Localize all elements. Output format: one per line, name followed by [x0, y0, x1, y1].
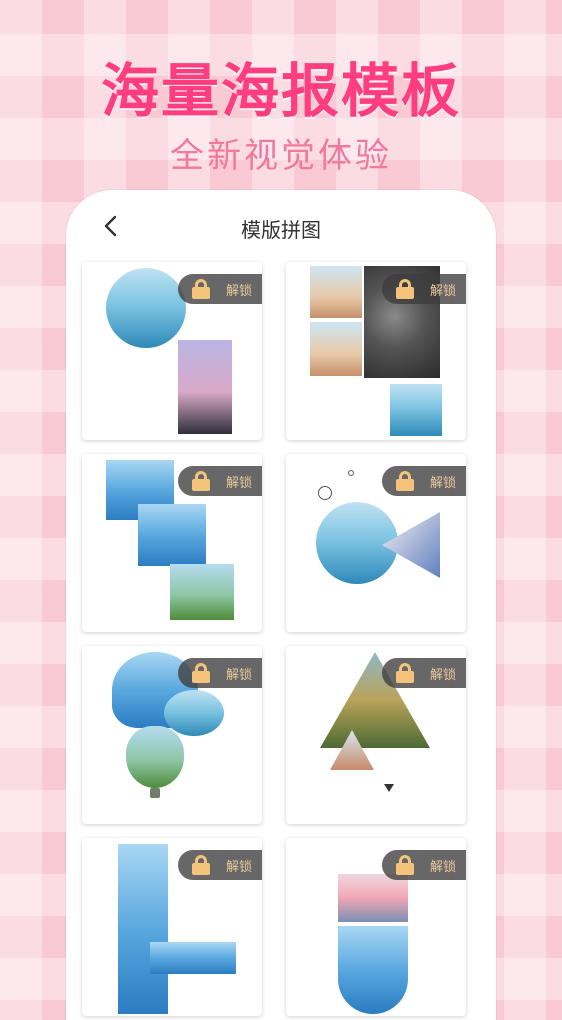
template-card[interactable]: 解锁 — [82, 646, 262, 824]
lock-icon — [396, 471, 414, 491]
triangle-decoration — [384, 784, 394, 792]
lock-icon — [192, 855, 210, 875]
template-photo — [138, 504, 206, 566]
unlock-label: 解锁 — [226, 667, 253, 683]
unlock-button[interactable]: 解锁 — [178, 850, 262, 880]
template-photo — [126, 726, 184, 788]
template-photo — [338, 926, 408, 1014]
template-photo — [310, 322, 362, 376]
template-card[interactable]: 解锁 — [286, 838, 466, 1016]
circle-decoration — [318, 486, 332, 500]
balloon-basket — [150, 788, 160, 798]
template-photo — [150, 942, 236, 974]
unlock-button[interactable]: 解锁 — [382, 658, 466, 688]
template-photo — [178, 340, 232, 434]
template-card[interactable]: 解锁 — [286, 646, 466, 824]
unlock-label: 解锁 — [226, 475, 253, 491]
lock-icon — [192, 663, 210, 683]
unlock-button[interactable]: 解锁 — [382, 274, 466, 304]
template-photo — [310, 266, 362, 318]
nav-bar: 模版拼图 — [66, 190, 496, 264]
lock-icon — [396, 279, 414, 299]
template-card[interactable]: 解锁 — [286, 262, 466, 440]
lock-icon — [192, 471, 210, 491]
template-photo — [118, 844, 168, 1014]
template-photo — [106, 268, 186, 348]
template-card[interactable]: 解锁 — [82, 454, 262, 632]
template-card[interactable]: 解锁 — [82, 838, 262, 1016]
hero-title: 海量海报模板 — [100, 57, 461, 125]
unlock-button[interactable]: 解锁 — [178, 658, 262, 688]
template-photo — [338, 874, 408, 922]
unlock-label: 解锁 — [226, 283, 253, 299]
template-card[interactable]: 解锁 — [286, 454, 466, 632]
circle-decoration — [348, 470, 354, 476]
template-photo — [170, 564, 234, 620]
template-photo — [390, 384, 442, 436]
unlock-label: 解锁 — [430, 475, 457, 491]
template-card[interactable]: 解锁 — [82, 262, 262, 440]
lock-icon — [192, 279, 210, 299]
unlock-button[interactable]: 解锁 — [178, 274, 262, 304]
unlock-button[interactable]: 解锁 — [382, 466, 466, 496]
template-photo — [330, 730, 374, 770]
unlock-label: 解锁 — [430, 667, 457, 683]
unlock-label: 解锁 — [226, 859, 253, 875]
unlock-label: 解锁 — [430, 283, 457, 299]
unlock-button[interactable]: 解锁 — [178, 466, 262, 496]
hero-subtitle: 全新视觉体验 — [170, 136, 392, 176]
template-photo — [164, 690, 224, 736]
lock-icon — [396, 855, 414, 875]
unlock-label: 解锁 — [430, 859, 457, 875]
page-title: 模版拼图 — [241, 218, 321, 242]
lock-icon — [396, 663, 414, 683]
unlock-button[interactable]: 解锁 — [382, 850, 466, 880]
template-photo — [382, 512, 440, 578]
phone-mockup: 模版拼图 解锁 解锁 解锁 解锁 解锁 解锁 解锁 解锁 — [66, 190, 496, 1020]
